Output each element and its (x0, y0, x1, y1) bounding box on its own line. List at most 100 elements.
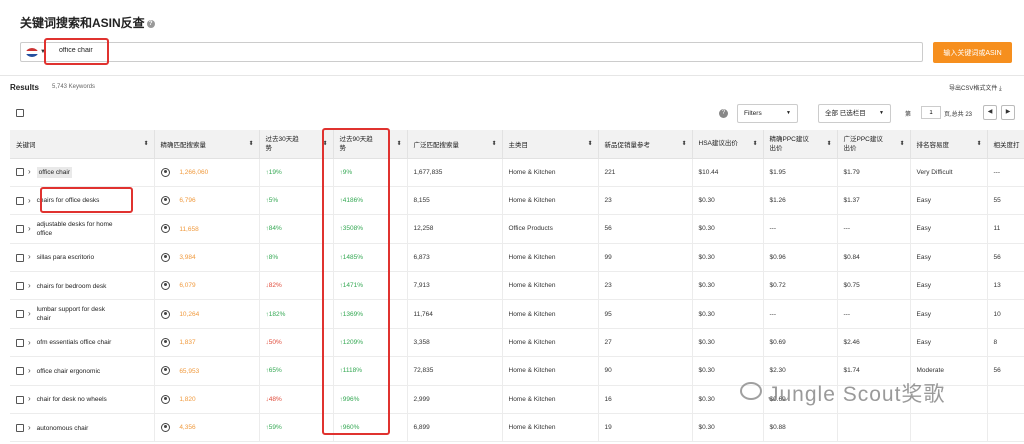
watermark: Jungle Scout奖歌 (768, 383, 946, 406)
table-row[interactable]: › ofm essentials office chair 1,837 ↓50% ↑1… (10, 328, 1024, 358)
keyword-text[interactable]: ofm essentials office chair (37, 338, 119, 347)
keyword-text[interactable]: chairs for bedroom desk (37, 282, 119, 291)
broad-volume-cell: 11,764 (407, 299, 503, 329)
column-header[interactable]: 排名容易度 ⬍ (910, 130, 988, 159)
sort-icon[interactable]: ⬍ (826, 140, 831, 147)
sort-icon[interactable]: ⬍ (681, 140, 686, 147)
user-icon[interactable] (160, 196, 170, 206)
sort-icon[interactable]: ⬍ (248, 140, 253, 147)
keyword-text[interactable]: office chair (36, 166, 72, 178)
chevron-right-icon[interactable]: › (28, 423, 31, 432)
category-cell: Home & Kitchen (502, 328, 599, 358)
category-cell: Home & Kitchen (502, 385, 599, 415)
chevron-right-icon[interactable]: › (28, 167, 31, 176)
relevance-cell (987, 385, 1024, 415)
chevron-right-icon[interactable]: › (28, 196, 31, 205)
table-row[interactable]: › sillas para escritorio 3,984 ↑8% ↑1485% 6,… (10, 243, 1024, 273)
user-icon[interactable] (160, 281, 170, 291)
user-icon[interactable] (160, 224, 170, 234)
chevron-right-icon[interactable]: › (28, 338, 31, 347)
page-number-input[interactable] (921, 106, 941, 119)
column-header[interactable]: 相关度打 (987, 130, 1024, 159)
column-header[interactable]: 精确匹配搜索量 ⬍ (154, 130, 260, 159)
ease-cell: Easy (910, 214, 988, 244)
table-row[interactable]: › chairs for office desks 6,796 ↑5% ↑4186% 8… (10, 186, 1024, 216)
select-all-checkbox[interactable] (16, 109, 24, 117)
exact-ppc-cell: $0.69 (763, 328, 838, 358)
column-header[interactable]: 关键词 ⬍ (10, 130, 155, 159)
row-checkbox[interactable] (16, 424, 24, 433)
user-icon[interactable] (160, 394, 170, 404)
question-icon[interactable]: ? (146, 19, 155, 28)
ease-cell: Easy (910, 186, 988, 216)
keyword-text[interactable]: sillas para escritorio (37, 253, 119, 262)
hsa-bid-cell: $10.44 (692, 158, 764, 187)
user-icon[interactable] (160, 252, 170, 262)
sort-icon[interactable]: ⬍ (396, 140, 401, 147)
chevron-right-icon[interactable]: › (28, 252, 31, 261)
user-icon[interactable] (160, 309, 170, 319)
row-checkbox[interactable] (16, 168, 24, 177)
row-checkbox[interactable] (16, 395, 24, 404)
user-icon[interactable] (160, 423, 170, 433)
column-header[interactable]: 广泛匹配搜索量 ⬍ (407, 130, 503, 159)
row-checkbox[interactable] (16, 310, 24, 319)
sort-icon[interactable]: ⬍ (491, 140, 496, 147)
chevron-right-icon[interactable]: › (28, 281, 31, 290)
keyword-text[interactable]: lumbar support for desk chair (37, 305, 119, 323)
keyword-text[interactable]: autonomous chair (37, 424, 119, 433)
table-row[interactable]: › office chair 1,266,060 ↑19% ↑9% 1,677,835 H… (10, 158, 1024, 187)
keyword-text[interactable]: adjustable desks for home office (37, 220, 119, 238)
sort-icon[interactable]: ⬍ (587, 140, 592, 147)
ease-cell: Easy (910, 328, 988, 358)
results-count: 5,743 Keywords (52, 84, 96, 90)
prev-page-button[interactable]: ◀ (983, 105, 997, 120)
broad-volume-cell: 7,913 (407, 271, 503, 301)
row-checkbox[interactable] (16, 282, 24, 291)
column-header[interactable]: 精确PPC建议出价 ⬍ (763, 130, 838, 159)
column-header[interactable]: 新品促销量参考 ⬍ (598, 130, 693, 159)
keyword-text[interactable]: office chair ergonomic (37, 367, 119, 376)
next-page-button[interactable]: ▶ (1001, 105, 1015, 120)
columns-dropdown[interactable]: 全部 已选栏目 ▼ (818, 104, 891, 123)
column-header[interactable]: HSA建议出价 ⬍ (692, 130, 764, 159)
export-csv-link[interactable]: 导出CSV格式文件 ⤓ (949, 83, 1002, 93)
column-header[interactable]: 广泛PPC建议出价 ⬍ (837, 130, 911, 159)
table-row[interactable]: › adjustable desks for home office 11,658… (10, 214, 1024, 244)
user-icon[interactable] (160, 366, 170, 376)
broad-volume-cell: 3,358 (407, 328, 503, 358)
promo-cell: 221 (598, 158, 693, 187)
row-checkbox[interactable] (16, 224, 24, 233)
chevron-right-icon[interactable]: › (28, 224, 31, 233)
user-icon[interactable] (160, 338, 170, 348)
row-checkbox[interactable] (16, 253, 24, 262)
row-checkbox[interactable] (16, 338, 24, 347)
table-row[interactable]: › lumbar support for desk chair 10,264 ↑18… (10, 299, 1024, 329)
search-bar[interactable]: ▼ (20, 42, 923, 62)
broad-ppc-cell: $1.37 (837, 186, 911, 216)
search-button[interactable]: 输入关键词或ASIN (933, 42, 1012, 63)
chevron-right-icon[interactable]: › (28, 309, 31, 318)
sort-icon[interactable]: ⬍ (899, 140, 904, 147)
exact-ppc-cell: $0.88 (763, 413, 838, 443)
category-cell: Home & Kitchen (502, 186, 599, 216)
sort-icon[interactable]: ⬍ (976, 140, 981, 147)
keyword-cell: › office chair ergonomic (10, 356, 155, 386)
row-checkbox[interactable] (16, 196, 24, 205)
user-icon[interactable] (160, 167, 170, 177)
page-total: 页,总共 23 (944, 112, 973, 118)
row-checkbox[interactable] (16, 367, 24, 376)
us-flag-icon[interactable] (26, 48, 38, 57)
chevron-right-icon[interactable]: › (28, 366, 31, 375)
question-icon[interactable]: ? (719, 109, 728, 118)
exact-volume-cell: 11,658 (154, 214, 260, 244)
table-row[interactable]: › autonomous chair 4,356 ↑59% ↑960% 6,899 Hom… (10, 413, 1024, 443)
table-row[interactable]: › chairs for bedroom desk 6,079 ↓82% ↑1471%… (10, 271, 1024, 301)
column-header[interactable]: 主类目 ⬍ (502, 130, 599, 159)
sort-icon[interactable]: ⬍ (752, 140, 757, 147)
sort-icon[interactable]: ⬍ (143, 140, 148, 147)
chevron-right-icon[interactable]: › (28, 394, 31, 403)
filters-dropdown[interactable]: Filters ▼ (737, 104, 798, 123)
promo-cell: 23 (598, 186, 693, 216)
keyword-text[interactable]: chair for desk no wheels (37, 395, 119, 404)
